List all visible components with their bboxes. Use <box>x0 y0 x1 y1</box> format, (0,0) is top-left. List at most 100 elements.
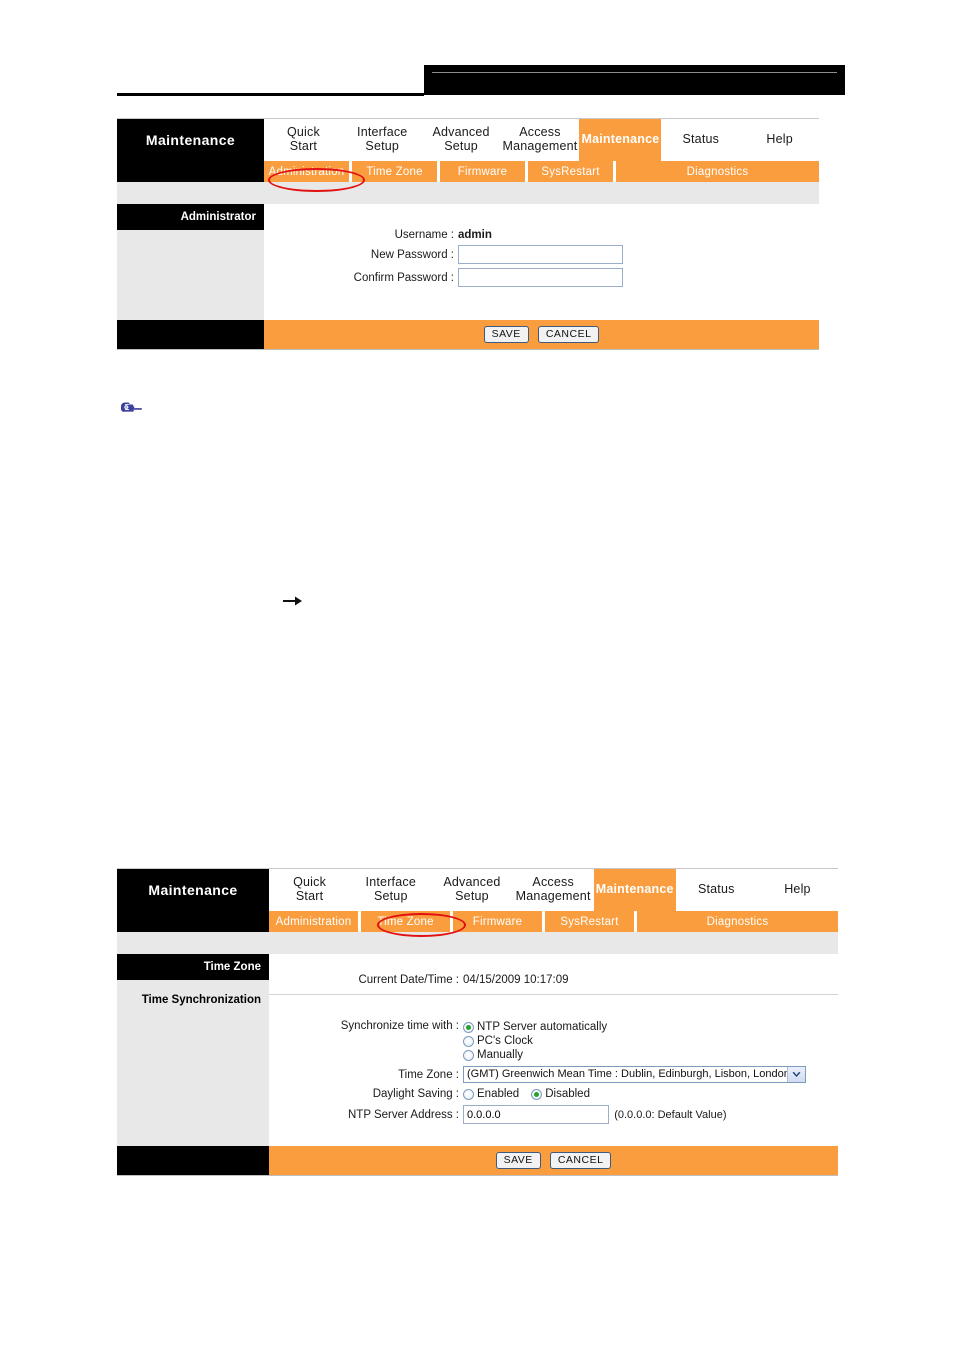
radio-pc-clock[interactable]: PC's Clock <box>463 1034 806 1048</box>
panel2-bottom-divider <box>117 1175 838 1176</box>
tab2-help-label: Help <box>784 882 811 896</box>
radio-daylight-enabled[interactable]: Enabled <box>463 1087 519 1101</box>
panel2-logo-text: Maintenance <box>148 882 238 898</box>
username-label: Username : <box>394 229 454 241</box>
tab-advanced-setup[interactable]: Advanced Setup <box>421 119 501 161</box>
timezone-divider <box>269 994 838 995</box>
sync-label: Synchronize time with : <box>340 1020 459 1032</box>
cancel-button-timezone[interactable]: CANCEL <box>549 1152 612 1169</box>
tab-quick-start-line2: Start <box>289 139 318 153</box>
new-password-row: New Password : <box>286 243 623 266</box>
confirm-password-input[interactable] <box>458 268 623 287</box>
tab2-quick-start[interactable]: Quick Start <box>269 869 351 911</box>
pointing-hand-icon <box>118 398 144 416</box>
panel2-subtab-spacer <box>117 911 269 932</box>
panel2-footer: SAVE CANCEL <box>117 1146 838 1175</box>
tab-status[interactable]: Status <box>661 119 741 161</box>
tab2-status[interactable]: Status <box>675 869 757 911</box>
radio-daylight-disabled-icon[interactable] <box>531 1088 543 1100</box>
timezone-select[interactable]: (GMT) Greenwich Mean Time : Dublin, Edin… <box>463 1066 806 1083</box>
radio-ntp-server[interactable]: NTP Server automatically <box>463 1020 806 1034</box>
radio-pc-clock-icon[interactable] <box>463 1035 474 1047</box>
tab-interface-setup[interactable]: Interface Setup <box>342 119 422 161</box>
radio-manually-label: Manually <box>477 1049 524 1061</box>
sync-row: Synchronize time with : NTP Server autom… <box>291 1018 806 1064</box>
chevron-down-icon[interactable] <box>787 1067 805 1082</box>
cancel-button[interactable]: CANCEL <box>537 326 600 343</box>
current-datetime-value: 04/15/2009 10:17:09 <box>463 974 569 986</box>
ntp-address-label: NTP Server Address : <box>348 1108 459 1121</box>
panel2-content: Current Date/Time : 04/15/2009 10:17:09 … <box>269 954 838 1146</box>
panel2-nav-row: Maintenance Quick Start Interface Setup … <box>117 869 839 911</box>
new-password-input[interactable] <box>458 245 623 264</box>
tab-access-management[interactable]: Access Management <box>500 119 580 161</box>
subtab-sysrestart-label: SysRestart <box>541 165 600 178</box>
subtab2-administration-label: Administration <box>275 915 352 928</box>
tab-maintenance[interactable]: Maintenance <box>579 119 662 161</box>
daylight-row: Daylight Saving : Enabled Disabled <box>291 1085 806 1103</box>
tab2-access-management[interactable]: Access Management <box>512 869 594 911</box>
save-button[interactable]: SAVE <box>483 326 529 343</box>
subtab-sysrestart[interactable]: SysRestart <box>528 161 616 182</box>
tab2-interface-setup-line1: Interface <box>365 875 416 889</box>
username-value: admin <box>458 229 492 241</box>
timezone-select-value: (GMT) Greenwich Mean Time : Dublin, Edin… <box>467 1068 787 1080</box>
subtab-time-zone-label: Time Zone <box>366 165 423 178</box>
panel1-footer-spacer <box>117 320 264 349</box>
panel2-footer-spacer <box>117 1146 269 1175</box>
panel2-main-tabs: Quick Start Interface Setup Advanced Set… <box>269 869 839 911</box>
panel2-sub-tabs: Administration Time Zone Firmware SysRes… <box>117 911 838 932</box>
subtab2-diagnostics[interactable]: Diagnostics <box>637 911 838 932</box>
ntp-address-input[interactable] <box>463 1105 609 1124</box>
confirm-password-label: Confirm Password : <box>353 271 454 284</box>
tab-maintenance-label: Maintenance <box>581 132 660 146</box>
radio-pc-clock-label: PC's Clock <box>477 1035 533 1047</box>
tab2-help[interactable]: Help <box>756 869 839 911</box>
panel2-action-bar: SAVE CANCEL <box>269 1146 838 1175</box>
router-timezone-panel: Maintenance Quick Start Interface Setup … <box>117 868 839 1176</box>
radio-daylight-disabled[interactable]: Disabled <box>531 1087 590 1101</box>
subtab2-diagnostics-label: Diagnostics <box>706 915 769 928</box>
page-header <box>0 0 954 110</box>
tab-quick-start[interactable]: Quick Start <box>264 119 343 161</box>
tab2-maintenance-label: Maintenance <box>595 882 674 896</box>
panel1-bottom-divider <box>117 349 819 350</box>
subtab2-sysrestart[interactable]: SysRestart <box>545 911 637 932</box>
radio-ntp-server-label: NTP Server automatically <box>477 1021 608 1033</box>
tab-help[interactable]: Help <box>740 119 820 161</box>
subtab2-administration[interactable]: Administration <box>269 911 361 932</box>
subtab-diagnostics[interactable]: Diagnostics <box>616 161 819 182</box>
radio-manually[interactable]: Manually <box>463 1048 806 1062</box>
panel1-main-tabs: Quick Start Interface Setup Advanced Set… <box>264 119 820 161</box>
subtab-administration[interactable]: Administration <box>264 161 352 182</box>
subtab2-firmware[interactable]: Firmware <box>453 911 545 932</box>
tab2-maintenance[interactable]: Maintenance <box>593 869 676 911</box>
panel2-body: Time Zone Time Synchronization Current D… <box>117 954 838 1146</box>
tab2-interface-setup[interactable]: Interface Setup <box>350 869 432 911</box>
panel1-body: Administrator Username : admin New Passw… <box>117 204 819 320</box>
ntp-address-hint: (0.0.0.0: Default Value) <box>614 1108 727 1121</box>
radio-daylight-enabled-icon[interactable] <box>463 1088 474 1100</box>
router-admin-panel: Maintenance Quick Start Interface Setup … <box>117 118 820 350</box>
save-button-timezone[interactable]: SAVE <box>495 1152 541 1169</box>
panel1-subtab-spacer <box>117 161 264 182</box>
current-datetime-label: Current Date/Time : <box>358 974 459 986</box>
tab2-status-label: Status <box>697 882 735 896</box>
subtab-time-zone[interactable]: Time Zone <box>352 161 440 182</box>
tab2-quick-start-line2: Start <box>295 889 324 903</box>
panel1-action-bar: SAVE CANCEL <box>264 320 819 349</box>
current-datetime-row: Current Date/Time : 04/15/2009 10:17:09 <box>291 972 569 988</box>
panel2-logo-block: Maintenance <box>117 869 269 911</box>
panel1-logo-block: Maintenance <box>117 119 264 161</box>
right-arrow-icon <box>283 594 305 606</box>
radio-manually-icon[interactable] <box>463 1049 474 1061</box>
timezone-row: Time Zone : (GMT) Greenwich Mean Time : … <box>291 1064 806 1085</box>
panel1-left-column: Administrator <box>117 204 264 320</box>
subtab-firmware[interactable]: Firmware <box>440 161 528 182</box>
radio-ntp-server-icon[interactable] <box>463 1021 474 1033</box>
confirm-password-row: Confirm Password : <box>286 266 623 289</box>
tab2-advanced-setup[interactable]: Advanced Setup <box>431 869 513 911</box>
tab-interface-setup-line1: Interface <box>357 125 408 139</box>
subtab2-time-zone[interactable]: Time Zone <box>361 911 453 932</box>
panel2-section-title: Time Zone <box>117 954 269 980</box>
